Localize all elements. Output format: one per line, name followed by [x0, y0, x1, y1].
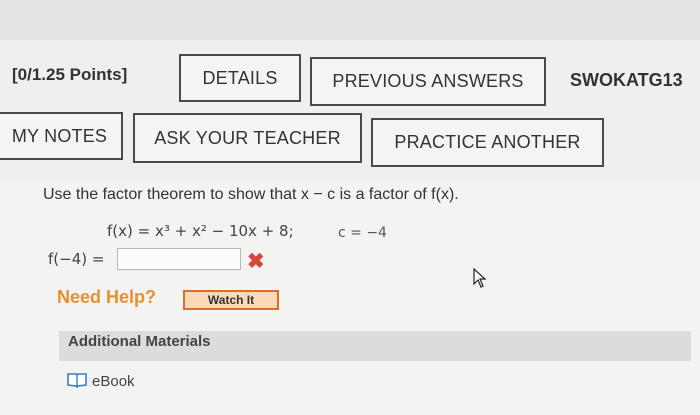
c-value: c = −4 [338, 225, 387, 241]
need-help-label: Need Help? [57, 287, 157, 307]
watch-it-button-label: Watch It [207, 293, 255, 307]
mouse-pointer-icon [473, 267, 487, 293]
additional-materials-title: Additional Materials [68, 333, 211, 350]
ebook-link[interactable]: eBook [92, 373, 135, 390]
points-score: [0/1.25 Points] [12, 65, 128, 84]
practice-another-button-label: PRACTICE ANOTHER [394, 132, 581, 152]
assignment-code: SWOKATG13 [570, 70, 683, 90]
details-button[interactable]: DETAILS [179, 54, 301, 102]
watch-it-button[interactable]: Watch It [183, 290, 279, 310]
previous-answers-button-label: PREVIOUS ANSWERS [332, 71, 524, 91]
function-definition: f(x) = x³ + x² − 10x + 8; [107, 222, 294, 240]
book-icon [67, 372, 87, 393]
answer-input[interactable] [117, 248, 241, 270]
details-button-label: DETAILS [202, 67, 278, 88]
answer-label: f(−4) = [48, 250, 105, 268]
ask-your-teacher-button[interactable]: ASK YOUR TEACHER [133, 113, 362, 163]
ask-your-teacher-button-label: ASK YOUR TEACHER [154, 127, 341, 148]
page-top-strip [0, 0, 700, 40]
my-notes-button-label: MY NOTES [11, 125, 108, 146]
practice-another-button[interactable]: PRACTICE ANOTHER [371, 118, 604, 167]
question-instruction: Use the factor theorem to show that x − … [43, 186, 459, 203]
my-notes-button[interactable]: MY NOTES [0, 112, 123, 160]
previous-answers-button[interactable]: PREVIOUS ANSWERS [310, 57, 546, 106]
x-mark-icon: ✖ [247, 250, 265, 273]
